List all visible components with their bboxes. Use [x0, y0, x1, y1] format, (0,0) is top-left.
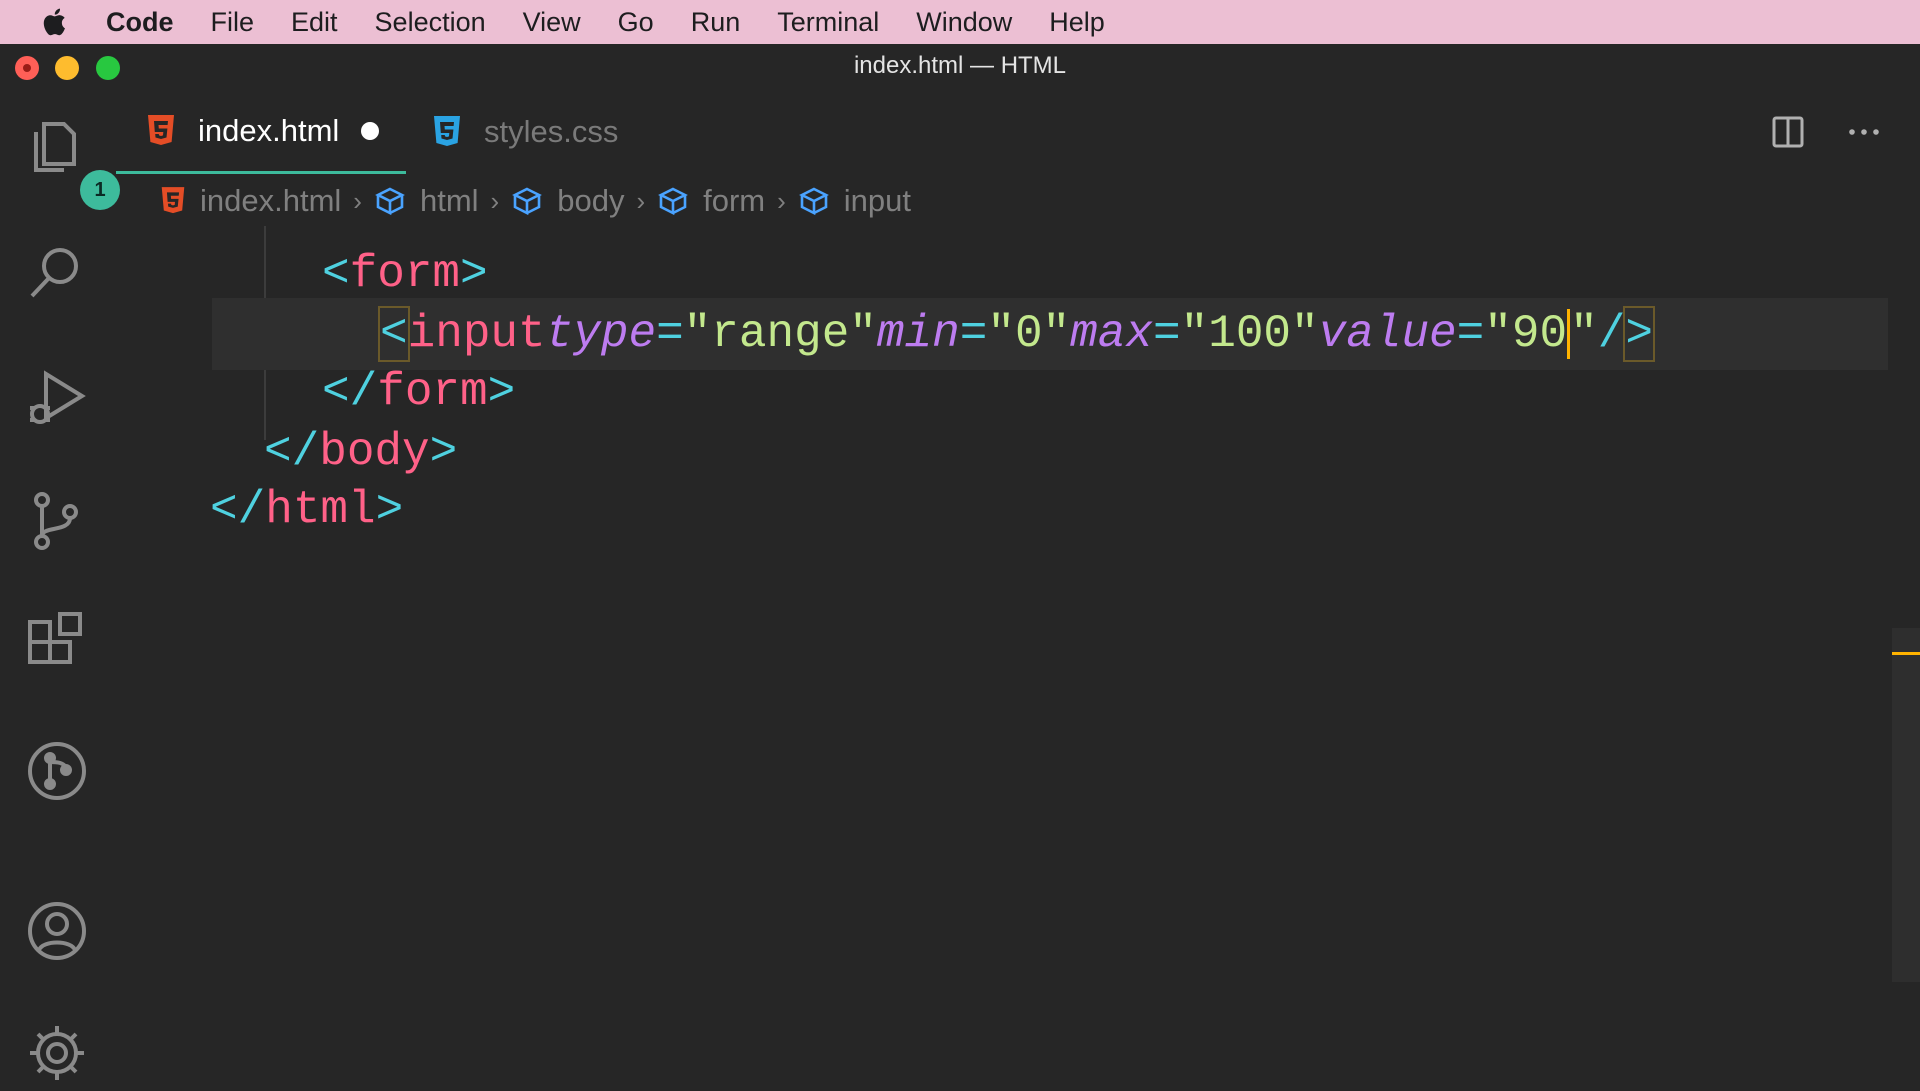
- code-editor[interactable]: < form > < input type = "range" min = "0" max = "…: [116, 226, 1888, 1080]
- more-actions-icon[interactable]: [1844, 112, 1884, 152]
- tab-label: index.html: [198, 112, 340, 148]
- run-debug-icon: [30, 370, 86, 424]
- editor-tab-bar: index.html styles.css: [116, 90, 1920, 174]
- files-icon: [34, 122, 76, 172]
- breadcrumb-body[interactable]: body: [511, 183, 624, 219]
- chevron-right-icon: ›: [490, 185, 500, 216]
- menu-terminal[interactable]: Terminal: [777, 7, 879, 38]
- activity-bar: 1: [0, 90, 120, 1080]
- breadcrumb-label: body: [557, 183, 625, 218]
- menu-selection[interactable]: Selection: [375, 7, 486, 38]
- breadcrumb-input[interactable]: input: [798, 183, 911, 219]
- editor-actions: [1732, 112, 1884, 152]
- symbol-element-icon: [375, 187, 405, 216]
- extensions-icon: [28, 612, 82, 664]
- menu-go[interactable]: Go: [618, 7, 654, 38]
- chevron-right-icon: ›: [636, 185, 646, 216]
- source-control-icon: [34, 492, 78, 550]
- unsaved-changes-dot[interactable]: [361, 121, 380, 140]
- apple-icon[interactable]: [40, 6, 72, 38]
- account-icon: [28, 902, 86, 960]
- explorer-button[interactable]: 1: [24, 114, 120, 210]
- menu-window[interactable]: Window: [916, 7, 1012, 38]
- source-control-button[interactable]: [24, 488, 90, 554]
- window-title-bar: index.html — HTML: [0, 44, 1920, 90]
- settings-button[interactable]: [24, 1020, 90, 1086]
- symbol-element-icon: [512, 187, 543, 216]
- breadcrumb: index.html › html › body › form › input: [160, 176, 911, 226]
- breadcrumb-html[interactable]: html: [374, 183, 479, 219]
- chevron-right-icon: ›: [353, 185, 362, 216]
- menu-edit[interactable]: Edit: [291, 7, 338, 38]
- bracket-match: <: [378, 306, 410, 362]
- run-debug-button[interactable]: [24, 366, 90, 432]
- extensions-button[interactable]: [24, 612, 90, 678]
- menu-app-code[interactable]: Code: [106, 7, 174, 38]
- symbol-element-icon: [658, 187, 689, 216]
- html5-icon: [161, 187, 185, 214]
- menu-view[interactable]: View: [523, 7, 581, 38]
- tab-label: styles.css: [484, 114, 619, 149]
- split-editor-icon[interactable]: [1768, 112, 1808, 152]
- search-icon: [30, 248, 78, 298]
- settings-gear-icon: [30, 1026, 84, 1080]
- breadcrumb-label: input: [843, 183, 912, 218]
- window-title: index.html — HTML: [853, 52, 1067, 79]
- menu-run[interactable]: Run: [691, 7, 741, 38]
- css3-icon: [434, 116, 460, 146]
- tab-index-html[interactable]: index.html: [116, 90, 406, 174]
- code-line[interactable]: </html >: [116, 474, 1888, 546]
- symbol-element-icon: [798, 187, 829, 216]
- menu-help[interactable]: Help: [1049, 7, 1105, 38]
- breadcrumb-label: html: [419, 183, 479, 218]
- tab-styles-css[interactable]: styles.css: [432, 90, 618, 174]
- search-button[interactable]: [24, 240, 90, 306]
- chevron-right-icon: ›: [777, 185, 786, 216]
- git-graph-button[interactable]: [24, 738, 90, 804]
- bracket-match: >: [1623, 306, 1655, 362]
- macos-menu-bar: Code File Edit Selection View Go Run Ter…: [0, 0, 1920, 44]
- account-button[interactable]: [24, 898, 90, 964]
- breadcrumb-label: form: [703, 183, 766, 218]
- html5-icon: [148, 114, 174, 145]
- git-graph-icon: [28, 742, 86, 800]
- cursor-position-marker: [1892, 652, 1920, 655]
- breadcrumb-label: index.html: [200, 183, 342, 218]
- menu-file[interactable]: File: [211, 7, 255, 38]
- explorer-badge: 1: [80, 170, 120, 210]
- breadcrumb-file[interactable]: index.html: [160, 183, 341, 219]
- breadcrumb-form[interactable]: form: [657, 183, 765, 219]
- vertical-scrollbar[interactable]: [1892, 628, 1920, 982]
